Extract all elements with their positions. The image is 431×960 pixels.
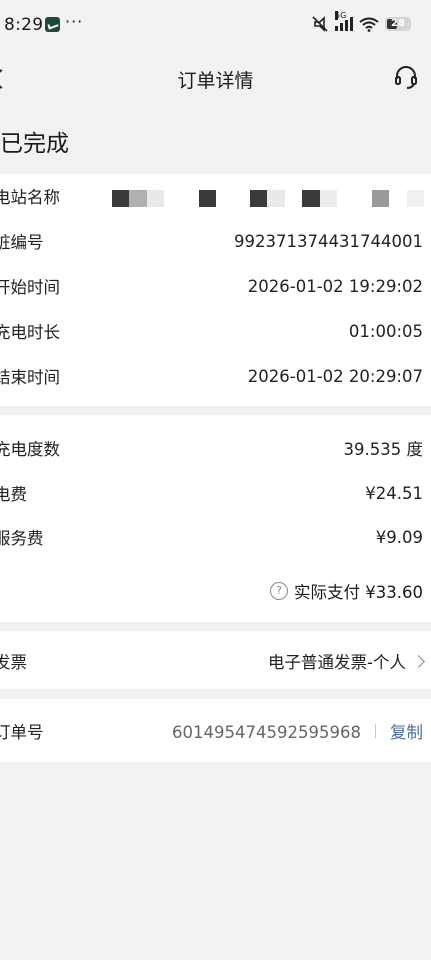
status-time: 8:29 [4, 15, 44, 35]
battery-level: 28 [391, 18, 405, 29]
energy-value: 39.535 度 [343, 440, 423, 459]
invoice-label: 发票 [0, 653, 27, 672]
mute-icon [312, 16, 328, 32]
customer-service-icon[interactable] [393, 64, 419, 90]
status-icons: 5G 28 [311, 11, 411, 32]
service-fee-value: ¥9.09 [375, 527, 423, 547]
invoice-value-wrap: 电子普通发票-个人 [268, 649, 425, 673]
order-detail-card: 电站名称 桩编号 992371374431744001 开始时间 2026-01… [0, 174, 431, 406]
energy-label: 充电度数 [0, 440, 60, 459]
energy-row: 充电度数 39.535 度 [0, 436, 431, 460]
page-title: 订单详情 [177, 70, 254, 92]
duration-row: 充电时长 01:00:05 [0, 319, 431, 343]
service-fee-row: 服务费 ¥9.09 [0, 525, 431, 549]
divider [375, 724, 376, 738]
order-status: 已完成 [0, 131, 69, 157]
chevron-right-icon [412, 655, 425, 668]
battery-icon: 28 [385, 17, 411, 31]
station-label: 电站名称 [0, 188, 60, 207]
nav-bar: 订单详情 [0, 52, 431, 104]
start-time-label: 开始时间 [0, 278, 60, 297]
fee-card: 充电度数 39.535 度 电费 ¥24.51 服务费 ¥9.09 ? 实际支付… [0, 415, 431, 622]
start-time-value: 2026-01-02 19:29:02 [247, 276, 423, 296]
invoice-card[interactable]: 发票 电子普通发票-个人 [0, 631, 431, 689]
duration-value: 01:00:05 [348, 321, 423, 341]
invoice-value: 电子普通发票-个人 [268, 653, 406, 672]
copy-button[interactable]: 复制 [390, 723, 423, 742]
electric-fee-row: 电费 ¥24.51 [0, 481, 431, 505]
actual-pay-text: 实际支付 ¥33.60 [294, 583, 423, 602]
start-time-row: 开始时间 2026-01-02 19:29:02 [0, 274, 431, 298]
wifi-icon [359, 17, 379, 32]
order-number-value: 601495474592595968 [172, 723, 361, 742]
status-bar: 8:29 ··· 5G 28 [0, 0, 431, 52]
actual-pay-row: ? 实际支付 ¥33.60 [270, 579, 423, 603]
order-number-value-wrap: 601495474592595968 复制 [172, 719, 423, 743]
duration-label: 充电时长 [0, 323, 60, 342]
electric-fee-value: ¥24.51 [365, 483, 423, 503]
invoice-row[interactable]: 发票 电子普通发票-个人 [0, 649, 431, 673]
end-time-row: 结束时间 2026-01-02 20:29:07 [0, 364, 431, 388]
help-icon[interactable]: ? [270, 582, 289, 600]
service-fee-label: 服务费 [0, 529, 44, 548]
order-number-label: 订单号 [0, 723, 44, 742]
order-number-row: 订单号 601495474592595968 复制 [0, 719, 431, 743]
end-time-label: 结束时间 [0, 368, 60, 387]
more-notifications-icon: ··· [65, 12, 84, 31]
pile-value: 992371374431744001 [234, 231, 423, 251]
network-type-label: 5G [335, 11, 347, 20]
app-notification-icon [45, 17, 60, 32]
end-time-value: 2026-01-02 20:29:07 [247, 366, 423, 386]
electric-fee-label: 电费 [0, 485, 27, 504]
order-number-card: 订单号 601495474592595968 复制 [0, 699, 431, 762]
pile-label: 桩编号 [0, 233, 44, 252]
pile-row: 桩编号 992371374431744001 [0, 229, 431, 253]
cellular-signal-icon: 5G [335, 11, 353, 31]
